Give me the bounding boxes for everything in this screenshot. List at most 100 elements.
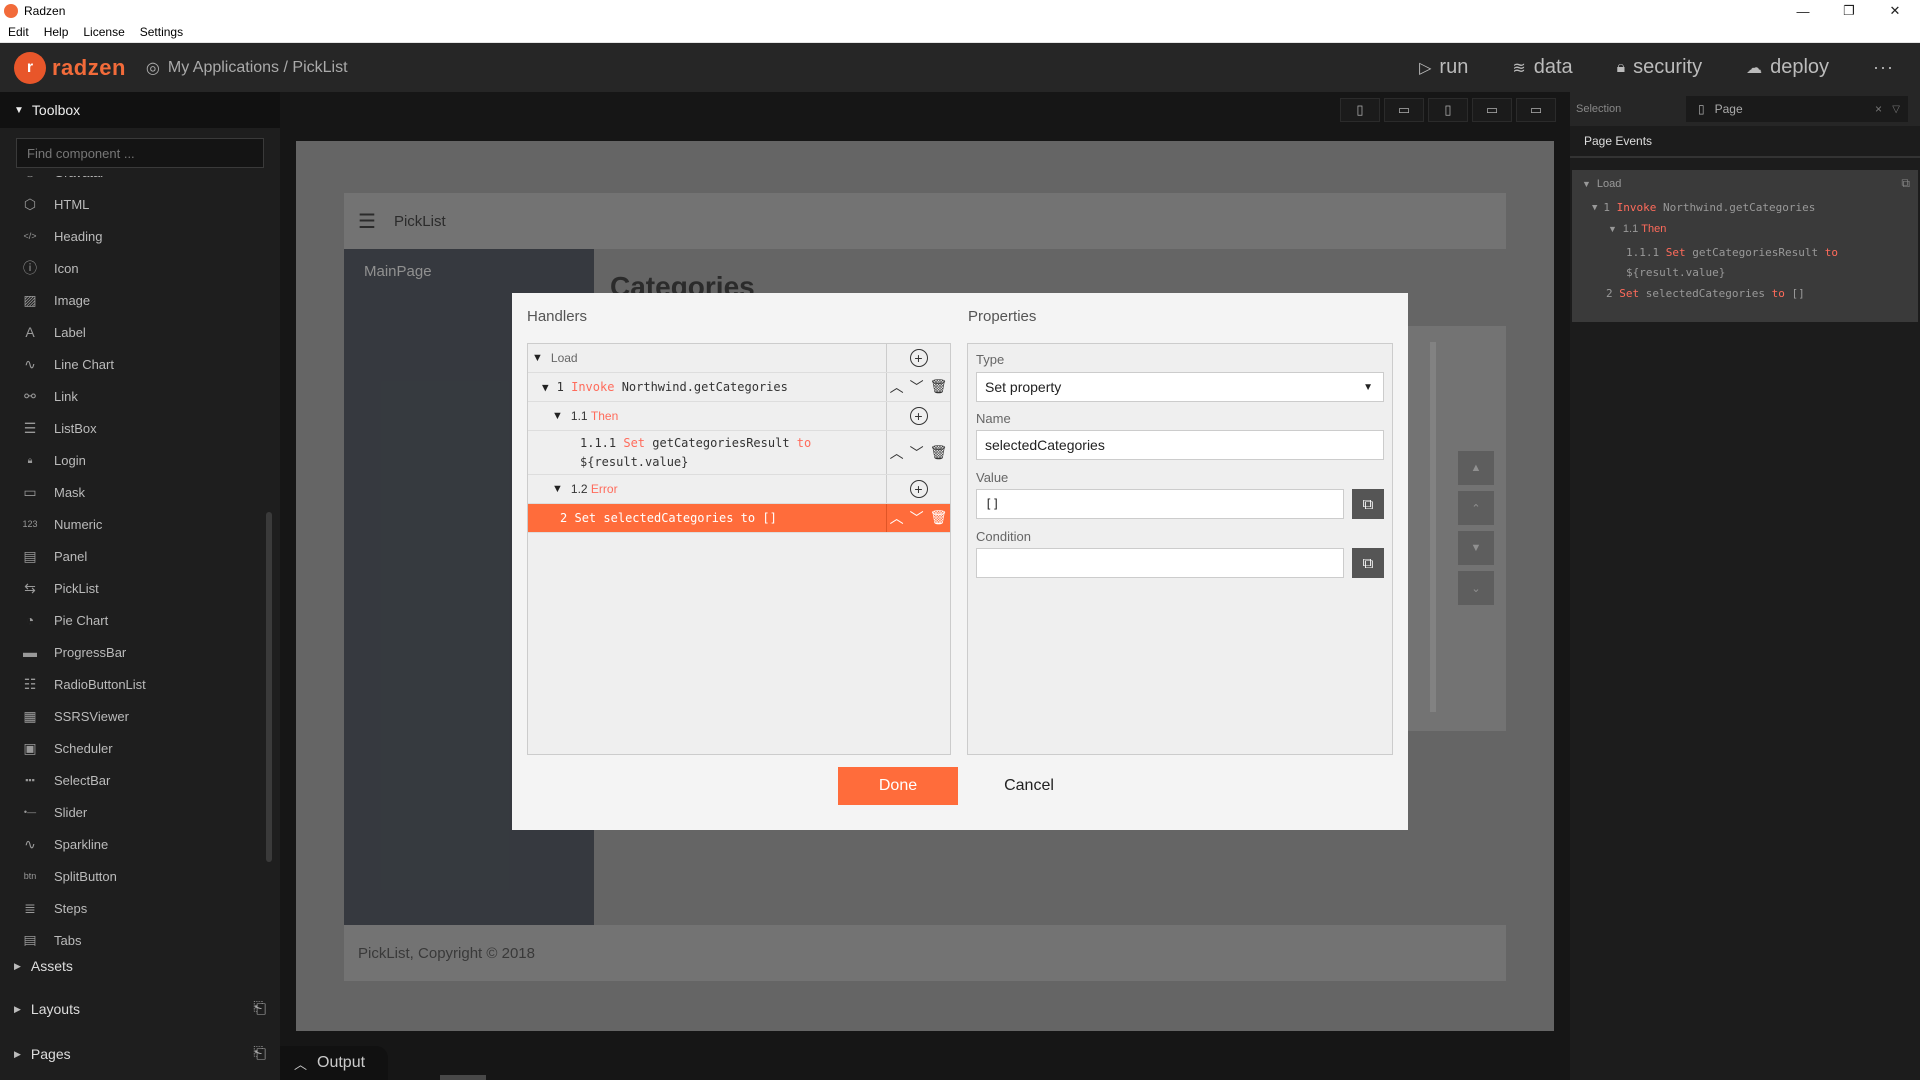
nav-run-label: run: [1439, 56, 1469, 78]
done-button[interactable]: Done: [838, 767, 958, 805]
toolbox-item-heading[interactable]: </> Heading: [0, 220, 270, 252]
event-row-2[interactable]: 2 Set selectedCategories to []: [1606, 287, 1805, 300]
move-up-icon[interactable]: ︿: [890, 443, 904, 463]
event-load[interactable]: ▼ Load: [1582, 178, 1621, 190]
toolbox-item-listbox[interactable]: ☰ ListBox: [0, 412, 270, 444]
panel-icon: ▤: [23, 547, 37, 564]
move-down-icon[interactable]: ﹀: [910, 377, 924, 397]
add-page-icon[interactable]: ⎗: [253, 1045, 266, 1063]
tab-page-events[interactable]: Page Events: [1570, 126, 1920, 158]
event-row-1-1-1-to: to: [1824, 246, 1838, 259]
event-row-2-name: selectedCategories: [1645, 287, 1765, 300]
toolbox-item-label: Mask: [54, 484, 86, 500]
toolbox-scrollbar[interactable]: [266, 512, 272, 862]
sparkline-icon: ∿: [24, 835, 36, 852]
find-component-input[interactable]: Find component ...: [16, 138, 264, 168]
open-expression-editor-icon[interactable]: ⧉: [1352, 489, 1384, 519]
handler-row-2[interactable]: 2 Set selectedCategories to [] ︿ ﹀ 🗑︎: [528, 504, 950, 533]
open-condition-editor-icon[interactable]: ⧉: [1352, 548, 1384, 578]
clear-icon[interactable]: ×: [1875, 102, 1882, 116]
restore-button[interactable]: ❐: [1826, 0, 1872, 22]
toolbox-item-panel[interactable]: ▤ Panel: [0, 540, 270, 572]
toolbox-item-picklist[interactable]: ⇆ PickList: [0, 572, 270, 604]
toolbox-item-label[interactable]: A Label: [0, 316, 270, 348]
toolbox-item-scheduler[interactable]: ▣ Scheduler: [0, 732, 270, 764]
handler-row-load[interactable]: ▼ Load +: [528, 344, 950, 373]
type-select[interactable]: Set property ▼: [976, 372, 1384, 402]
toolbox-item-label: SSRSViewer: [54, 708, 129, 724]
toolbox-item-tabs[interactable]: ▤ Tabs: [0, 924, 270, 947]
globe-icon: ◎: [145, 59, 160, 77]
nav-data[interactable]: ≋ data: [1512, 56, 1572, 79]
breadcrumb[interactable]: ◎ My Applications / PickList: [146, 58, 348, 78]
toolbox-item-html[interactable]: ⬡ HTML: [0, 188, 270, 220]
toolbox-item-pie-chart[interactable]: ◔ Pie Chart: [0, 604, 270, 636]
toolbox-item-ssrsviewer[interactable]: ▦ SSRSViewer: [0, 700, 270, 732]
move-up-icon[interactable]: ︿: [890, 377, 904, 397]
move-down-icon[interactable]: ﹀: [910, 443, 924, 463]
nav-security[interactable]: 🔒︎ security: [1617, 56, 1702, 79]
nav-run[interactable]: ▷ run: [1419, 56, 1468, 79]
toolbox-item-radiobuttonlist[interactable]: ☷ RadioButtonList: [0, 668, 270, 700]
move-up-icon[interactable]: ︿: [890, 508, 904, 528]
handler-row-1-1-1[interactable]: 1.1.1 Set getCategoriesResult to ${resul…: [528, 431, 950, 475]
toolbox-header[interactable]: ▼ Toolbox: [0, 92, 280, 128]
value-input[interactable]: []: [976, 489, 1344, 519]
handler-row-1-1-actions: +: [886, 402, 950, 430]
toolbox-item-sparkline[interactable]: ∿ Sparkline: [0, 828, 270, 860]
add-handler-icon[interactable]: +: [909, 480, 928, 498]
toolbox-item-image[interactable]: ▨ Image: [0, 284, 270, 316]
event-row-1-1[interactable]: ▼ 1.1 Then: [1608, 223, 1666, 235]
add-handler-icon[interactable]: +: [909, 349, 928, 367]
toolbox-item-mask[interactable]: ▭ Mask: [0, 476, 270, 508]
nav-deploy[interactable]: ☁ deploy: [1746, 56, 1829, 79]
toolbox-item-gravatar[interactable]: ☺ Gravatar: [0, 176, 270, 188]
handler-row-1[interactable]: ▼ 1 Invoke Northwind.getCategories ︿ ﹀ 🗑︎: [528, 373, 950, 402]
close-window-button[interactable]: ✕: [1872, 0, 1918, 22]
toolbox-item-icon[interactable]: ⓘ Icon: [0, 252, 270, 284]
toolbox-item-slider[interactable]: •— Slider: [0, 796, 270, 828]
menu-license[interactable]: License: [75, 25, 131, 39]
caret-right-icon: ▶: [14, 960, 21, 971]
type-select-value: Set property: [985, 379, 1062, 395]
radzen-logo[interactable]: r radzen: [14, 51, 126, 84]
toolbox-item-link[interactable]: ⚯ Link: [0, 380, 270, 412]
more-icon[interactable]: ···: [1873, 57, 1894, 78]
toolbox-item-numeric[interactable]: 123 Numeric: [0, 508, 270, 540]
move-down-icon[interactable]: ﹀: [910, 508, 924, 528]
section-assets[interactable]: ▶ Assets: [0, 948, 280, 984]
add-handler-icon[interactable]: +: [909, 407, 928, 425]
handler-row-1-2[interactable]: ▼ 1.2 Error +: [528, 475, 950, 504]
delete-icon[interactable]: 🗑︎: [930, 379, 948, 395]
selection-value: Page: [1714, 102, 1743, 116]
event-row-1[interactable]: ▼ 1 Invoke Northwind.getCategories: [1592, 201, 1815, 214]
cancel-button[interactable]: Cancel: [974, 767, 1084, 805]
toolbox-item-label: Tabs: [54, 932, 82, 947]
condition-input[interactable]: [976, 548, 1344, 578]
menu-settings[interactable]: Settings: [132, 25, 190, 39]
chevron-down-icon[interactable]: ▽: [1892, 104, 1900, 115]
breadcrumb-text: My Applications / PickList: [167, 58, 348, 76]
toolbox-item-steps[interactable]: ≣ Steps: [0, 892, 270, 924]
picklist-icon: ⇆: [24, 579, 36, 596]
toolbox-item-line-chart[interactable]: ∿ Line Chart: [0, 348, 270, 380]
html5-icon: ⬡: [23, 195, 37, 212]
section-layouts[interactable]: ▶ Layouts ⎗: [0, 991, 280, 1027]
minimize-button[interactable]: —: [1780, 0, 1826, 22]
delete-icon[interactable]: 🗑︎: [930, 510, 948, 526]
handler-1-kw: Invoke: [571, 380, 615, 394]
handler-row-1-1[interactable]: ▼ 1.1 Then +: [528, 402, 950, 431]
add-layout-icon[interactable]: ⎗: [253, 1000, 266, 1018]
toolbox-item-splitbutton[interactable]: btn SplitButton: [0, 860, 270, 892]
selection-dropdown[interactable]: ▯ Page × ▽: [1686, 96, 1908, 122]
menu-help[interactable]: Help: [36, 25, 76, 39]
toolbox-item-login[interactable]: 🔒︎ Login: [0, 444, 270, 476]
menu-edit[interactable]: Edit: [0, 25, 36, 39]
event-row-1-1-1[interactable]: 1.1.1 Set getCategoriesResult to: [1626, 246, 1838, 259]
delete-icon[interactable]: 🗑︎: [930, 445, 948, 461]
toolbox-item-selectbar[interactable]: ▪▪▪ SelectBar: [0, 764, 270, 796]
section-pages[interactable]: ▶ Pages ⎗: [0, 1036, 280, 1072]
name-input[interactable]: selectedCategories: [976, 430, 1384, 460]
edit-events-icon[interactable]: ⧉: [1901, 176, 1910, 191]
toolbox-item-progressbar[interactable]: ▬ ProgressBar: [0, 636, 270, 668]
